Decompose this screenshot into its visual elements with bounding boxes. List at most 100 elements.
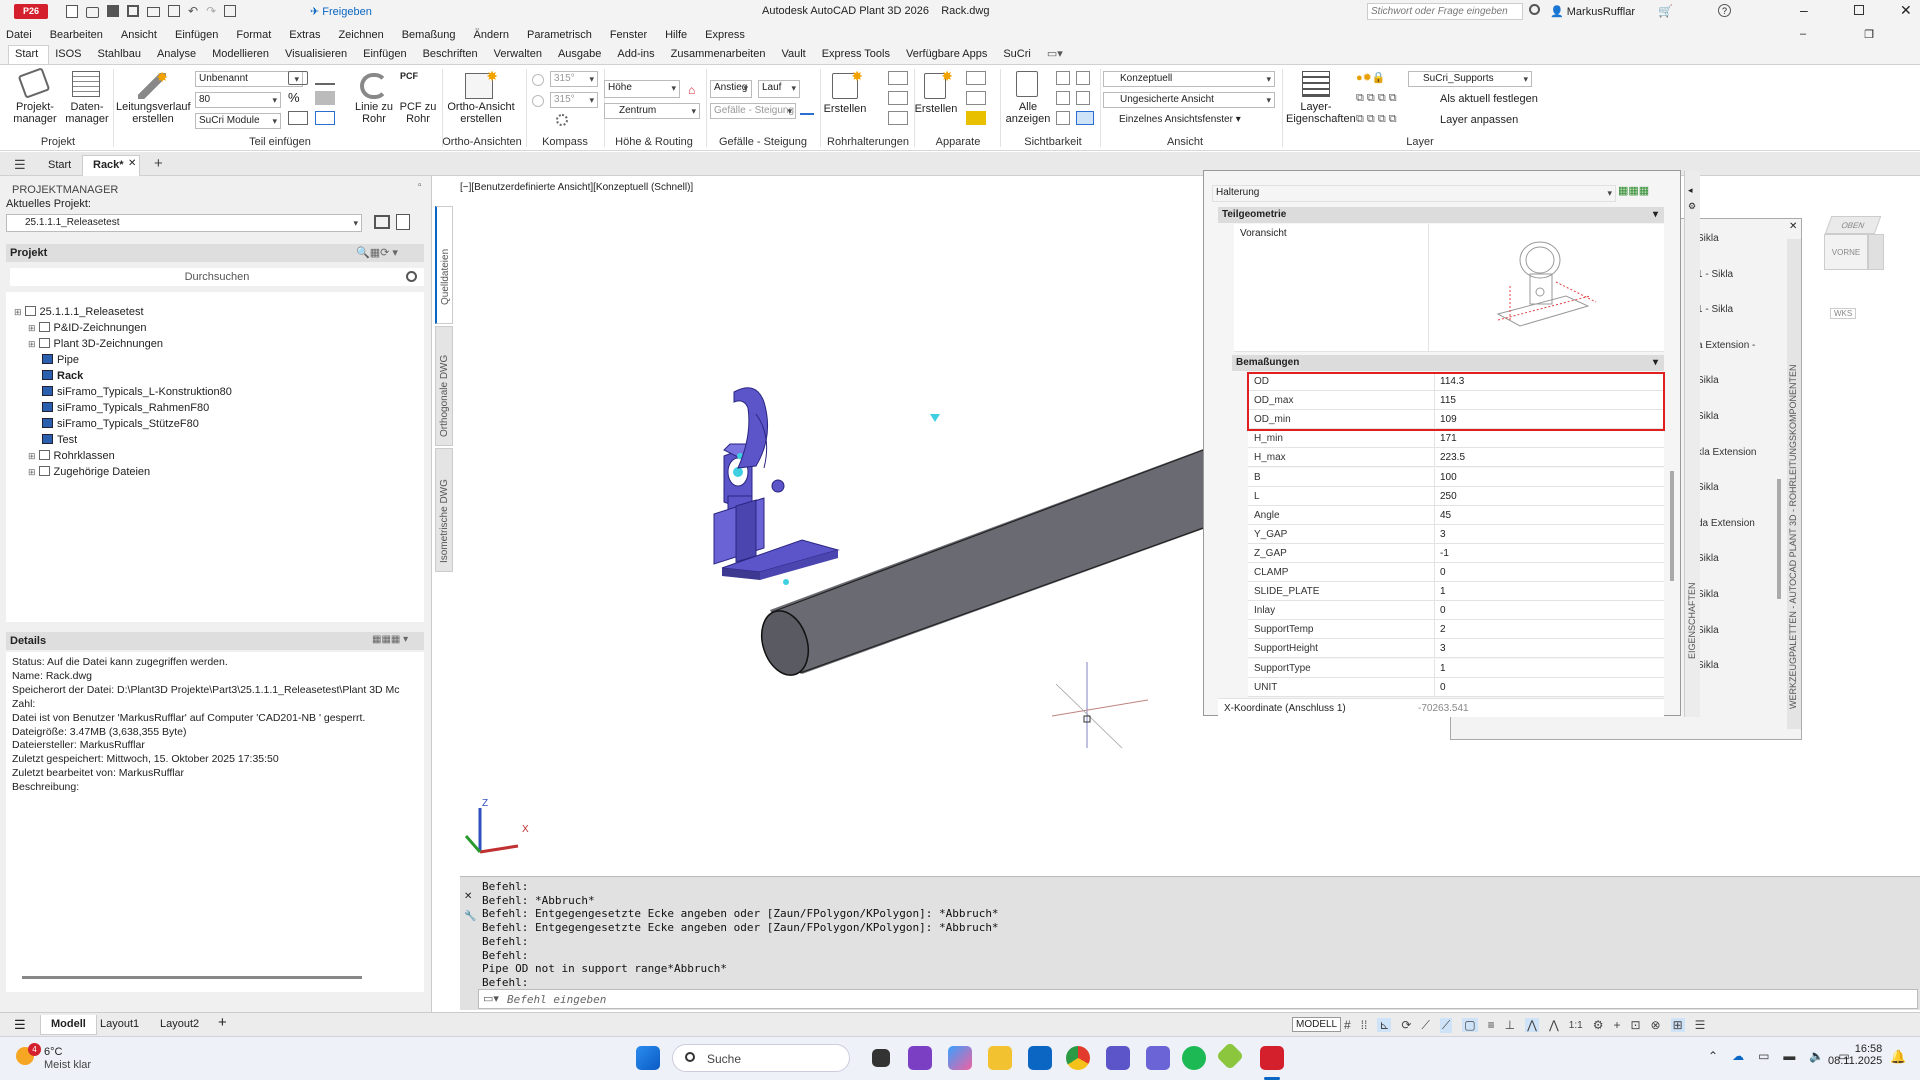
osnap-icon[interactable]: ⟋ (1439, 1017, 1453, 1033)
tool-palette-item[interactable]: Sikla (1697, 482, 1719, 493)
menu-hilfe[interactable]: Hilfe (665, 29, 687, 41)
tool-palette-item[interactable]: Sikla (1697, 375, 1719, 386)
polar-icon[interactable]: ⟳ (1401, 1018, 1411, 1032)
display-icon[interactable]: ▭ (1758, 1049, 1769, 1063)
hide-icon[interactable] (1076, 71, 1090, 85)
view-cube-side[interactable] (1868, 234, 1884, 270)
ribbon-toggle-icon[interactable]: ▭▾ (1041, 45, 1073, 64)
property-row[interactable]: SupportHeight 3 (1248, 639, 1664, 659)
workspace-gear-icon[interactable]: ⚙ (1593, 1018, 1604, 1032)
props-settings-icon[interactable]: ⚙ (1688, 201, 1696, 212)
property-row[interactable]: B 100 (1248, 467, 1664, 487)
tree-item[interactable]: ⊞ 25.1.1.1_Releasetest (14, 306, 144, 318)
clip-icon[interactable] (1076, 91, 1090, 105)
compass-icon-b[interactable] (532, 95, 544, 107)
gefaelle-combo[interactable]: Gefälle - Steigung (710, 103, 796, 119)
layout-menu-icon[interactable]: ☰ (14, 1017, 26, 1033)
tab-verwalten[interactable]: Verwalten (488, 46, 552, 64)
open-file-icon[interactable] (86, 7, 99, 18)
tree-item[interactable]: siFramo_Typicals_StützeF80 (42, 418, 199, 430)
isolate-objects-icon[interactable]: ⊗ (1651, 1018, 1661, 1032)
tool-palette-item[interactable]: kla Extension (1697, 447, 1756, 458)
tool-palette-scrollbar[interactable] (1777, 479, 1781, 599)
tab-sucri[interactable]: SuCri (997, 46, 1041, 64)
expand-icon[interactable]: ⊞ (28, 451, 36, 461)
layout-add-icon[interactable]: + (218, 1014, 227, 1031)
view-cube-front[interactable]: VORNE (1824, 234, 1868, 270)
save-as-icon[interactable] (127, 5, 139, 17)
menu-zeichnen[interactable]: Zeichnen (338, 29, 383, 41)
compass-settings-icon[interactable] (556, 114, 568, 126)
tool-palette-item[interactable]: Sikla (1697, 625, 1719, 636)
tab-zusammenarbeiten[interactable]: Zusammenarbeiten (665, 46, 776, 64)
menu-fenster[interactable]: Fenster (610, 29, 647, 41)
auto-hide-icon[interactable]: ◂ (1688, 185, 1693, 196)
volume-icon[interactable]: 🔈 (1809, 1049, 1824, 1063)
plant3d-taskbar-icon[interactable] (1260, 1046, 1284, 1070)
expand-icon[interactable]: ⊞ (28, 323, 36, 333)
onedrive-icon[interactable]: ☁ (1732, 1049, 1744, 1063)
zentrum-combo[interactable]: Zentrum (604, 103, 700, 119)
property-value[interactable]: 1 (1440, 663, 1446, 674)
new-tab-icon[interactable]: + (154, 155, 163, 172)
current-project-combo[interactable]: 25.1.1.1_Releasetest (6, 214, 362, 232)
tool-palette-item[interactable]: 1 - Sikla (1697, 269, 1733, 280)
menu-extras[interactable]: Extras (289, 29, 320, 41)
tool-palette-item[interactable]: 1 - Sikla (1697, 304, 1733, 315)
tag-icon[interactable] (288, 71, 308, 85)
share-button[interactable]: ✈ Freigeben (310, 5, 372, 18)
tool-palette-item[interactable]: a Extension - (1697, 340, 1755, 351)
save-icon[interactable] (107, 5, 119, 17)
property-value[interactable]: 0 (1440, 682, 1446, 693)
isolate-icon[interactable] (1056, 71, 1070, 85)
chrome-icon[interactable] (1066, 1046, 1090, 1070)
property-row[interactable]: CLAMP 0 (1248, 563, 1664, 582)
vtab-orthogonale-dwg[interactable]: Orthogonale DWG (435, 326, 453, 446)
property-value[interactable]: 3 (1440, 643, 1446, 654)
tree-item[interactable]: ⊞ Rohrklassen (28, 450, 115, 462)
object-type-combo[interactable]: Halterung (1212, 185, 1616, 202)
property-value[interactable]: 2 (1440, 624, 1446, 635)
layer-combo[interactable]: SuCri_Supports (1408, 71, 1532, 87)
tab-einfuegen[interactable]: Einfügen (357, 46, 416, 64)
customize-icon[interactable]: ☰ (1695, 1018, 1706, 1032)
tool-palette-item[interactable]: Sikla (1697, 553, 1719, 564)
menu-einfuegen[interactable]: Einfügen (175, 29, 218, 41)
annotation-scale-icon[interactable]: ⋀ (1549, 1018, 1559, 1032)
publish-project-icon[interactable] (396, 214, 410, 230)
project-search-field[interactable]: Durchsuchen (10, 268, 424, 286)
compass-icon-a[interactable] (532, 74, 544, 86)
panel-ansicht[interactable]: Ansicht (1150, 136, 1220, 148)
section-icon[interactable] (1056, 111, 1070, 125)
details-scrollbar[interactable] (22, 976, 362, 979)
gefaelle-icon[interactable] (800, 105, 814, 115)
undo-icon[interactable]: ↶ (188, 5, 198, 19)
visual-style-combo[interactable]: Konzeptuell (1103, 71, 1275, 87)
tree-item[interactable]: Pipe (42, 354, 79, 366)
property-row[interactable]: Inlay 0 (1248, 601, 1664, 621)
tab-ausgabe[interactable]: Ausgabe (552, 46, 611, 64)
teams-icon-2[interactable] (1146, 1046, 1170, 1070)
task-view-icon[interactable] (872, 1049, 890, 1067)
tab-visualisieren[interactable]: Visualisieren (279, 46, 357, 64)
tool-palette-item[interactable]: da Extension (1697, 518, 1755, 529)
plus-icon[interactable]: + (1613, 1018, 1620, 1032)
minimize-button[interactable]: – (1800, 2, 1808, 18)
pcf-zu-rohr-icon[interactable]: PCF (400, 71, 428, 99)
support-edit-icon[interactable] (888, 71, 908, 85)
menu-ansicht[interactable]: Ansicht (121, 29, 157, 41)
snap-icon[interactable]: ⁞⁞ (1361, 1018, 1368, 1032)
size-combo[interactable]: 80 (195, 92, 281, 108)
copilot-icon[interactable] (948, 1046, 972, 1070)
print-project-icon[interactable] (374, 215, 390, 229)
equipment-edit-icon[interactable] (966, 71, 986, 85)
property-row[interactable]: L 250 (1248, 486, 1664, 506)
tree-item[interactable]: ⊞ Plant 3D-Zeichnungen (28, 338, 163, 350)
compass-combo-b[interactable]: 315° (550, 92, 598, 108)
tab-beschriften[interactable]: Beschriften (417, 46, 488, 64)
start-button[interactable] (636, 1046, 660, 1070)
hoehe-field[interactable]: Höhe (604, 80, 680, 98)
property-value[interactable]: 0 (1440, 567, 1446, 578)
doc-restore-button[interactable]: ❐ (1864, 28, 1874, 41)
layer-eigenschaften-icon[interactable] (1302, 71, 1330, 97)
